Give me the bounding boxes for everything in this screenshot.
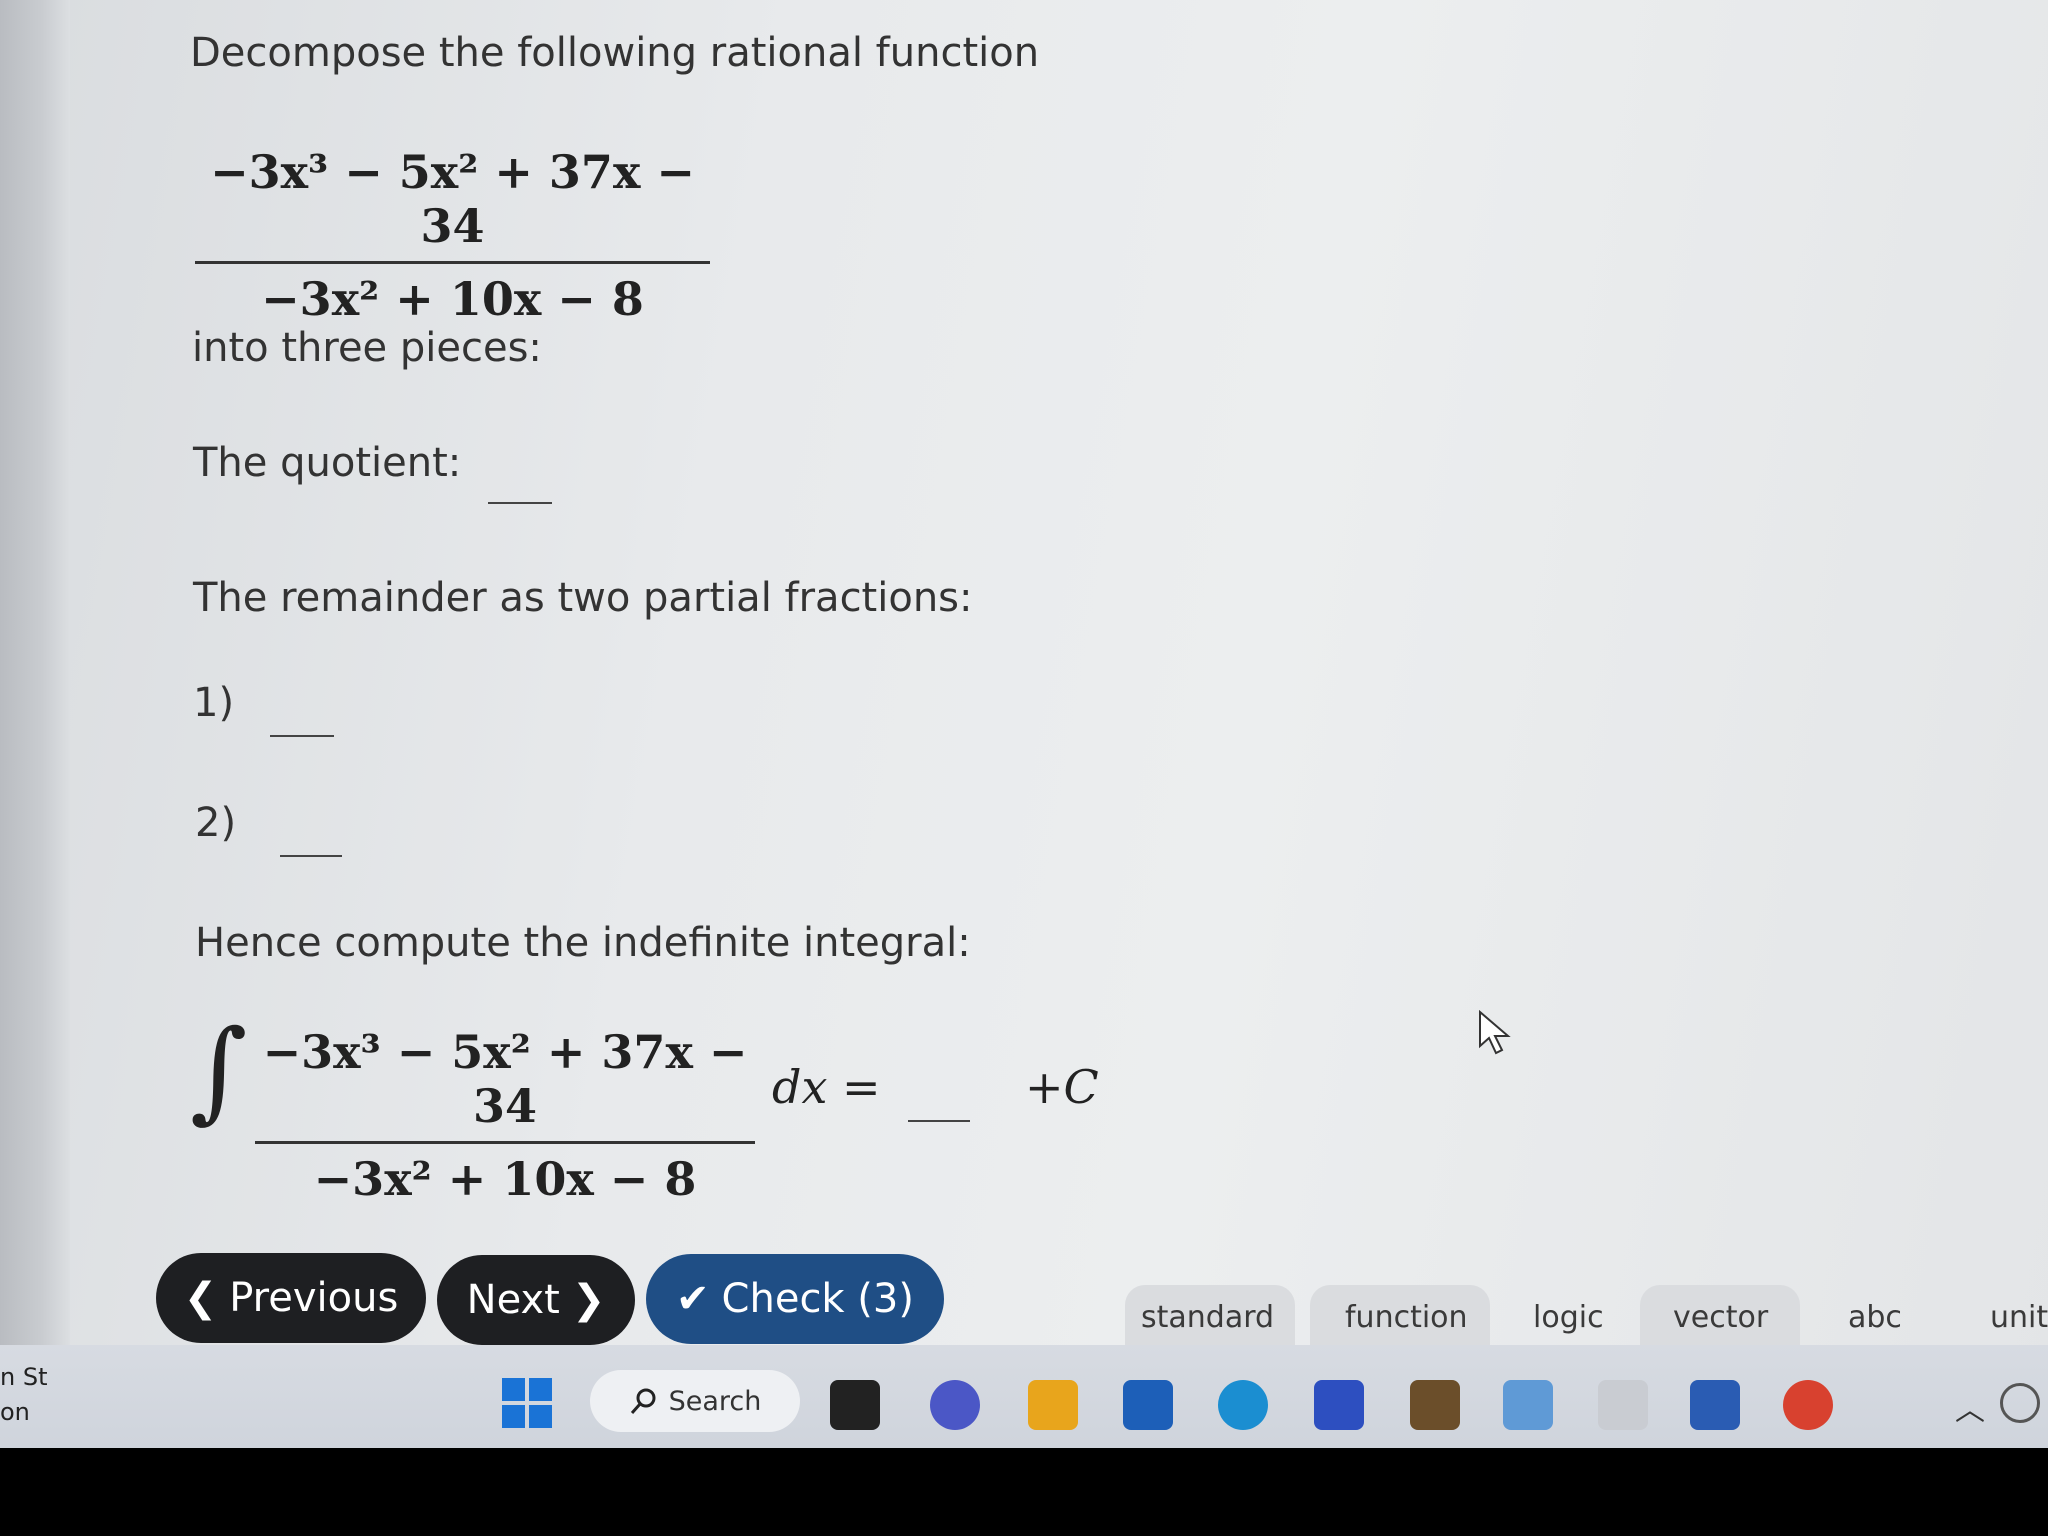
chevron-up-icon[interactable]: ︿	[1955, 1385, 1985, 1429]
denominator: −3x² + 10x − 8	[261, 272, 644, 326]
quotient-label: The quotient:	[193, 440, 462, 486]
remainder-label: The remainder as two partial fractions:	[193, 575, 973, 621]
taskbar-left-text-2: on	[0, 1398, 30, 1426]
tab-abc[interactable]: abc	[1848, 1300, 1902, 1335]
rational-function: −3x³ − 5x² + 37x − 34 −3x² + 10x − 8	[195, 145, 710, 326]
search-label: Search	[668, 1385, 762, 1417]
app-icon-2[interactable]	[1410, 1380, 1460, 1430]
taskbar-left-text-1: n St	[0, 1363, 48, 1391]
integrand-denominator: −3x² + 10x − 8	[313, 1152, 697, 1206]
app-icon-4[interactable]	[1598, 1380, 1648, 1430]
partial-fraction-1-field[interactable]	[270, 735, 334, 737]
mail-icon[interactable]	[1123, 1380, 1173, 1430]
integral-sign: ∫	[190, 1006, 248, 1134]
chevron-right-icon: ❯	[571, 1277, 606, 1323]
partial-fraction-2-field[interactable]	[280, 855, 342, 857]
previous-button[interactable]: ❮ Previous	[156, 1253, 426, 1343]
integrand: −3x³ − 5x² + 37x − 34 −3x² + 10x − 8	[255, 1025, 755, 1206]
left-panel-edge	[0, 0, 70, 1345]
tab-vector[interactable]: vector	[1673, 1300, 1768, 1335]
tab-function[interactable]: function	[1345, 1300, 1468, 1335]
plus-c: +C	[1025, 1060, 1099, 1114]
dx-equals: dx =	[772, 1060, 881, 1114]
chevron-left-icon: ❮	[183, 1275, 218, 1321]
sync-icon[interactable]	[2000, 1383, 2040, 1423]
chrome-icon[interactable]	[1783, 1380, 1833, 1430]
check-button[interactable]: ✔ Check (3)	[646, 1254, 944, 1344]
windows-start-icon[interactable]	[502, 1378, 552, 1428]
integrand-numerator: −3x³ − 5x² + 37x − 34	[262, 1025, 748, 1133]
checkmark-icon: ✔	[676, 1276, 710, 1322]
word-icon[interactable]	[1690, 1380, 1740, 1430]
tab-standard[interactable]: standard	[1141, 1300, 1274, 1335]
app-icon-3[interactable]	[1503, 1380, 1553, 1430]
tab-unit[interactable]: unit	[1990, 1300, 2048, 1335]
taskbar-search[interactable]: Search	[590, 1370, 800, 1432]
mouse-pointer-icon	[1479, 1010, 1511, 1055]
numerator: −3x³ − 5x² + 37x − 34	[210, 145, 695, 253]
next-label: Next	[466, 1277, 560, 1323]
fraction-item-2-label: 2)	[195, 800, 237, 846]
search-icon	[630, 1388, 656, 1414]
teams-chat-icon[interactable]	[930, 1380, 980, 1430]
edge-browser-icon[interactable]	[1218, 1380, 1268, 1430]
integral-answer-field[interactable]	[908, 1120, 970, 1122]
previous-label: Previous	[229, 1275, 399, 1321]
problem-intro: Decompose the following rational functio…	[190, 30, 1040, 76]
check-label: Check (3)	[721, 1276, 914, 1322]
tab-logic[interactable]: logic	[1533, 1300, 1604, 1335]
question-area: Decompose the following rational functio…	[190, 30, 1590, 1230]
quotient-answer-field[interactable]	[488, 502, 552, 504]
fraction-item-1-label: 1)	[193, 680, 235, 726]
taskbar	[0, 1345, 2048, 1448]
app-icon-1[interactable]	[1314, 1380, 1364, 1430]
next-button[interactable]: Next ❯	[437, 1255, 635, 1345]
file-explorer-icon[interactable]	[1028, 1380, 1078, 1430]
into-pieces-text: into three pieces:	[192, 325, 542, 371]
integral-intro: Hence compute the indefinite integral:	[195, 920, 971, 966]
task-view-icon[interactable]	[830, 1380, 880, 1430]
